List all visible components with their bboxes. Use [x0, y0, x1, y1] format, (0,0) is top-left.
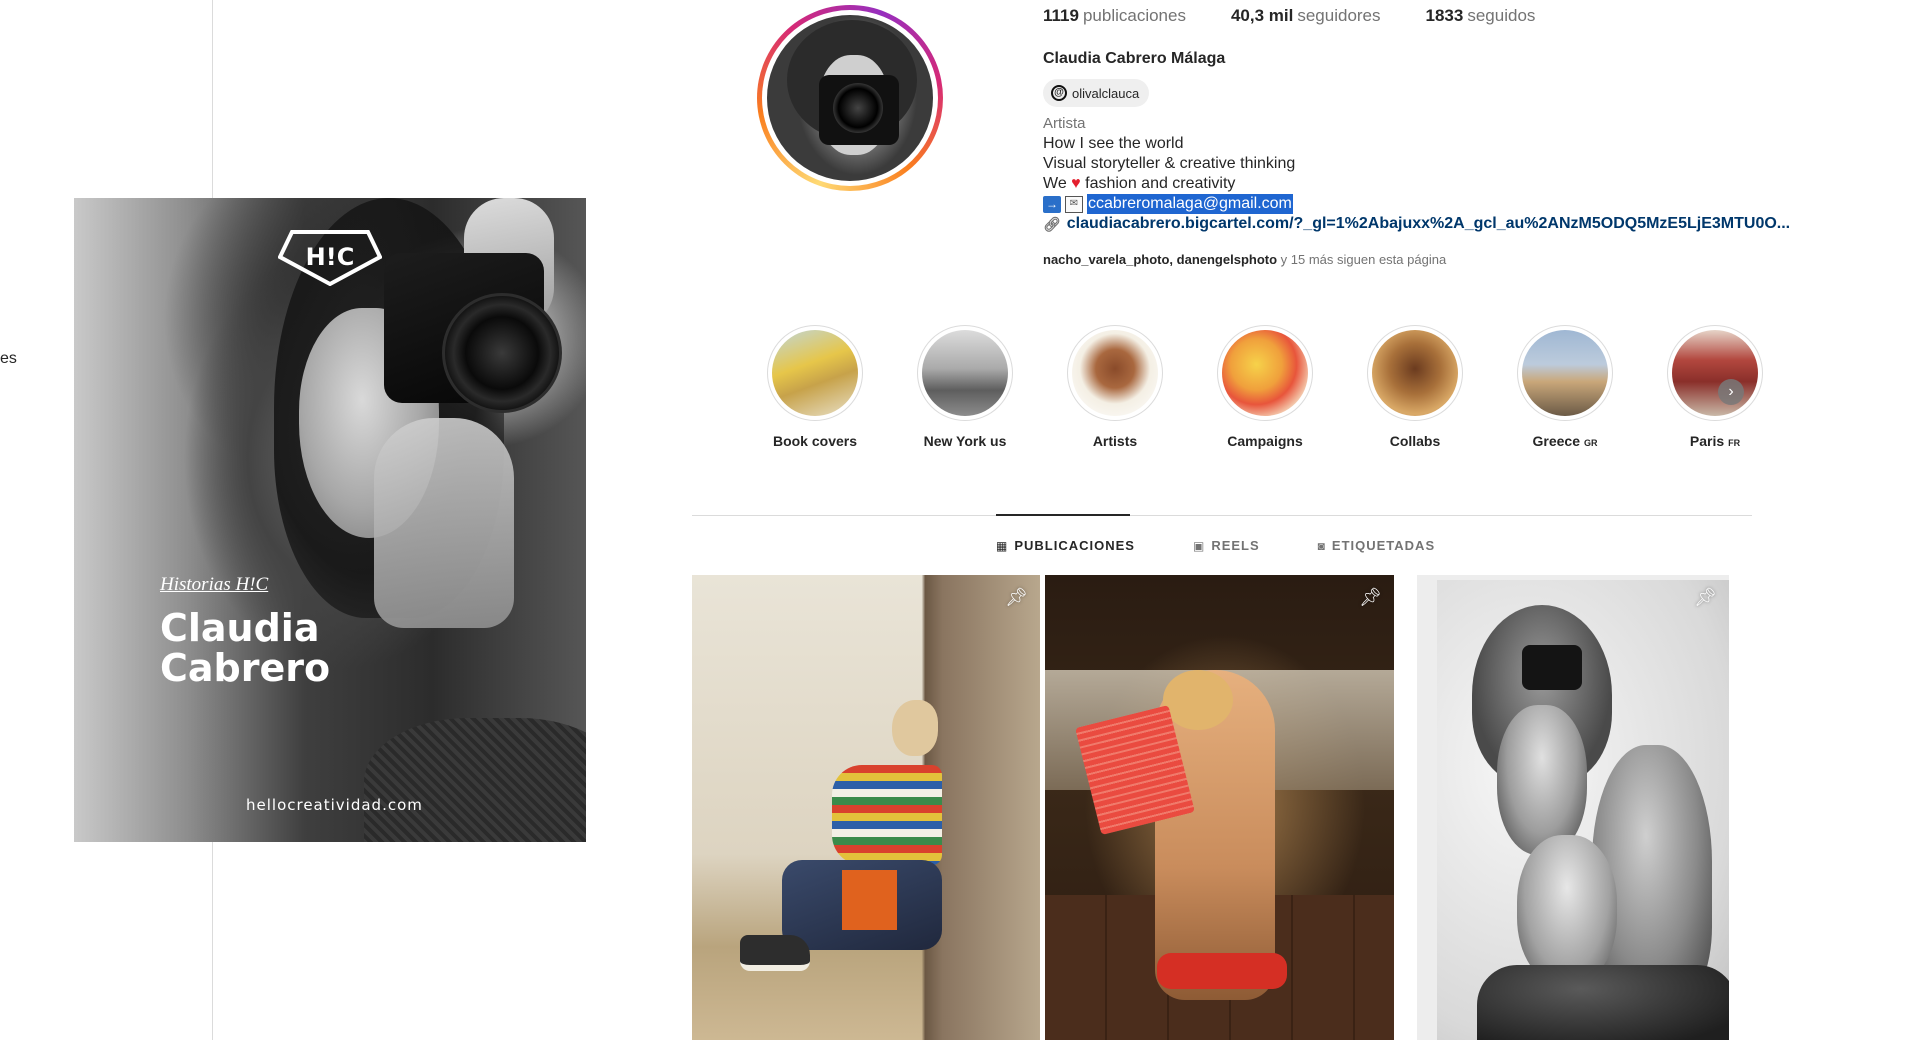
profile-avatar-ring[interactable] — [757, 5, 943, 191]
bio-line: We ♥ fashion and creativity — [1043, 175, 1236, 192]
highlight-book-covers[interactable]: Book covers — [740, 325, 890, 449]
bio-line: How I see the world — [1043, 135, 1184, 152]
hic-logo: H!C — [278, 230, 382, 286]
highlight-campaigns[interactable]: Campaigns — [1190, 325, 1340, 449]
profile-stats: 1119 publicaciones 40,3 mil seguidores 183… — [1043, 6, 1580, 26]
bio-link[interactable]: claudiacabrero.bigcartel.com/?_gl=1%2Aba… — [1067, 214, 1790, 234]
pin-icon: 📌︎ — [1694, 587, 1717, 607]
tab-active-indicator — [996, 514, 1130, 516]
highlight-new-york[interactable]: New York us — [890, 325, 1040, 449]
sidebar-item-label[interactable]: es — [0, 350, 17, 368]
highlight-label: Greece GR — [1532, 433, 1598, 449]
chevron-right-icon: › — [1728, 383, 1734, 400]
tagged-icon: ◙ — [1317, 538, 1326, 553]
profile-tabs: ▦ PUBLICACIONES ▣ REELS ◙ ETIQUETADAS — [996, 538, 1493, 553]
arrow-right-icon: → — [1043, 195, 1061, 213]
svg-text:H!C: H!C — [306, 243, 355, 271]
stat-followers[interactable]: 40,3 mil seguidores — [1231, 6, 1381, 26]
highlight-label: Paris FR — [1689, 433, 1741, 449]
followed-by[interactable]: nacho_varela_photo, danengelsphoto y 15 … — [1043, 252, 1446, 267]
threads-badge[interactable]: @ olivalclauca — [1043, 79, 1150, 107]
highlight-artists[interactable]: Artists — [1040, 325, 1190, 449]
highlight-thumb — [1072, 330, 1158, 416]
promo-site: hellocreatividad.com — [246, 796, 423, 814]
tab-reels[interactable]: ▣ REELS — [1193, 538, 1260, 553]
stat-posts: 1119 publicaciones — [1043, 6, 1186, 25]
promo-series: Historias H!C — [160, 574, 269, 595]
threads-icon: @ — [1051, 85, 1067, 101]
highlight-thumb — [1672, 330, 1758, 416]
envelope-icon: ✉ — [1065, 195, 1083, 213]
highlights-next-button[interactable]: › — [1718, 379, 1744, 405]
profile-category: Artista — [1043, 115, 1086, 132]
post-thumbnail[interactable]: 📌︎ — [1045, 575, 1394, 1040]
post-thumbnail[interactable]: 📌︎ — [1417, 575, 1729, 1040]
bio-email-row: → ✉ ccabreromalaga@gmail.com — [1043, 194, 1790, 214]
link-icon: 🔗︎ — [1043, 216, 1061, 232]
promo-name: Claudia Cabrero — [160, 606, 331, 690]
bio-link-row[interactable]: 🔗︎ claudiacabrero.bigcartel.com/?_gl=1%2… — [1043, 214, 1790, 234]
profile-full-name: Claudia Cabrero Málaga — [1043, 50, 1226, 67]
stat-following[interactable]: 1833 seguidos — [1426, 6, 1536, 26]
bio-line: Visual storyteller & creative thinking — [1043, 155, 1296, 172]
highlight-thumb — [1522, 330, 1608, 416]
tabs-divider — [692, 515, 1752, 516]
promo-image: H!C Historias H!C Claudia Cabrero helloc… — [74, 198, 586, 842]
highlight-thumb — [1222, 330, 1308, 416]
highlight-paris[interactable]: Paris FR — [1640, 325, 1790, 449]
highlight-label: New York us — [923, 433, 1007, 449]
story-highlights: Book covers New York us Artists Campaign… — [740, 325, 1790, 449]
highlight-label: Campaigns — [1227, 433, 1303, 449]
reels-icon: ▣ — [1192, 538, 1206, 553]
highlight-thumb — [772, 330, 858, 416]
avatar — [767, 15, 933, 181]
highlight-label: Book covers — [772, 433, 858, 449]
highlight-collabs[interactable]: Collabs — [1340, 325, 1490, 449]
highlight-label: Collabs — [1389, 433, 1441, 449]
profile-bio: How I see the world Visual storyteller &… — [1043, 134, 1790, 234]
pin-icon: 📌︎ — [1359, 587, 1382, 607]
pin-icon: 📌︎ — [1005, 587, 1028, 607]
tab-publicaciones[interactable]: ▦ PUBLICACIONES — [996, 538, 1135, 553]
highlight-thumb — [922, 330, 1008, 416]
bio-email[interactable]: ccabreromalaga@gmail.com — [1087, 194, 1293, 214]
highlight-greece[interactable]: Greece GR — [1490, 325, 1640, 449]
heart-icon: ♥ — [1071, 175, 1081, 192]
highlight-thumb — [1372, 330, 1458, 416]
threads-handle: olivalclauca — [1072, 85, 1140, 101]
tab-etiquetadas[interactable]: ◙ ETIQUETADAS — [1318, 538, 1435, 553]
grid-icon: ▦ — [996, 538, 1009, 553]
post-thumbnail[interactable]: 📌︎ — [692, 575, 1040, 1040]
highlight-label: Artists — [1092, 433, 1138, 449]
